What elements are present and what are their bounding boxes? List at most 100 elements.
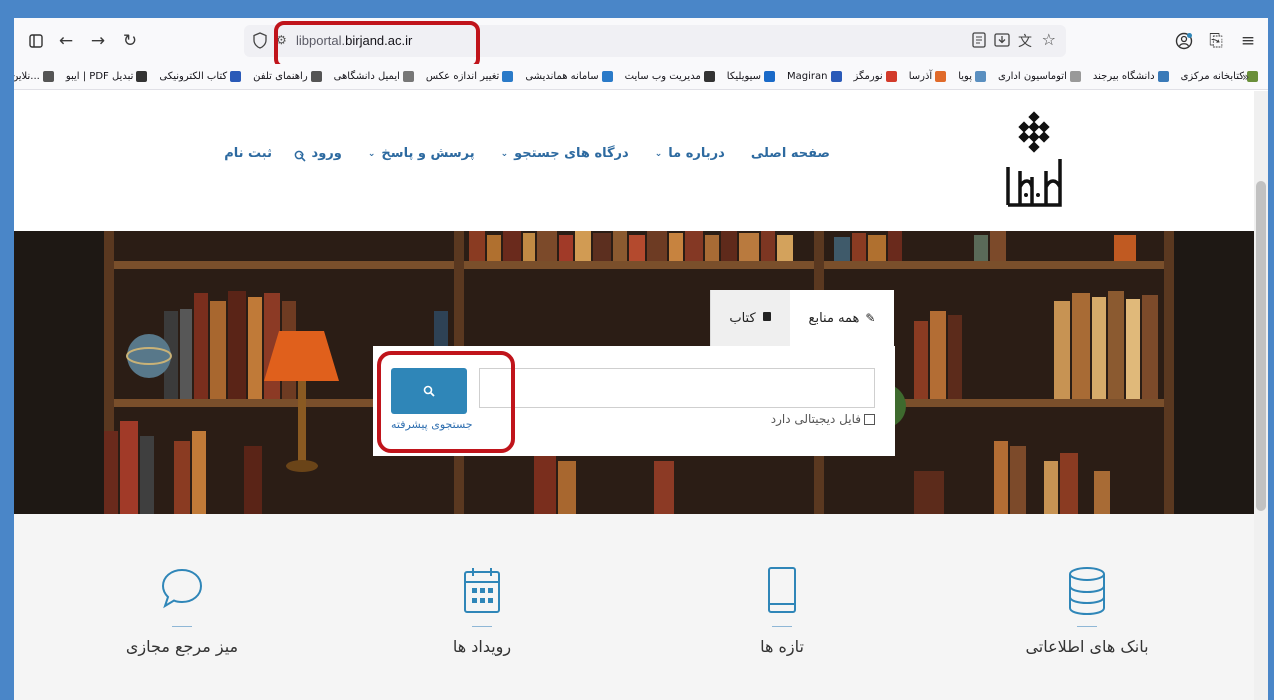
bookmark-item[interactable]: دانشگاه بیرجند bbox=[1093, 71, 1169, 82]
features-section: بانک های اطلاعاتی تازه ها رویداد ها میز … bbox=[14, 514, 1254, 700]
chevron-down-icon: ⌄ bbox=[500, 148, 509, 159]
bookmark-label: سیویلیکا bbox=[726, 71, 762, 82]
bookmark-label: آذرسا bbox=[908, 71, 933, 82]
bookmark-favicon-icon bbox=[601, 71, 613, 82]
calendar-icon bbox=[464, 568, 500, 613]
forward-icon[interactable]: → bbox=[86, 29, 110, 53]
save-page-icon[interactable] bbox=[994, 32, 1010, 52]
bookmark-label: اتوماسیون اداری bbox=[997, 71, 1067, 82]
bookmark-item[interactable]: راهنمای تلفن bbox=[253, 71, 322, 82]
site-search-icon[interactable] bbox=[294, 147, 306, 166]
feature-new-arrivals-label: تازه ها bbox=[760, 637, 804, 656]
bookmark-item[interactable]: ایمیل دانشگاهی bbox=[334, 71, 414, 82]
menu-icon[interactable]: ≡ bbox=[1236, 29, 1260, 53]
chat-bubble-icon bbox=[161, 568, 203, 609]
main-nav: صفحه اصلی درباره ما ⌄ درگاه های جستجو ⌄ پرسش … bbox=[224, 146, 830, 161]
book-icon bbox=[768, 567, 796, 613]
page-scrollbar[interactable] bbox=[1254, 91, 1268, 700]
bookmark-label: پویا bbox=[958, 71, 972, 82]
bookmark-favicon-icon bbox=[703, 71, 715, 82]
account-icon[interactable] bbox=[1172, 29, 1196, 53]
bookmark-item[interactable]: آذرسا bbox=[909, 71, 947, 82]
bookmark-item[interactable]: تغییر اندازه عکس bbox=[425, 71, 514, 82]
digital-file-filter[interactable]: فایل دیجیتالی دارد bbox=[771, 412, 875, 426]
chevron-down-icon: ⌄ bbox=[654, 148, 663, 159]
url-highlight-annotation bbox=[274, 21, 480, 69]
bookmark-item[interactable]: اتوماسیون اداری bbox=[998, 71, 1081, 82]
bookmark-item[interactable]: ...نلاین رایگان bbox=[14, 71, 54, 82]
bookmark-label: سامانه هماندیشی bbox=[525, 71, 599, 82]
bookmark-label: تغییر اندازه عکس bbox=[425, 71, 500, 82]
bookmark-label: ...نلاین رایگان bbox=[14, 71, 40, 82]
back-icon[interactable]: ← bbox=[54, 29, 78, 53]
nav-item[interactable]: پرسش و پاسخ ⌄ bbox=[368, 146, 475, 161]
bookmark-favicon-icon bbox=[885, 71, 897, 82]
browser-toolbar: ← → ↻ ⚙ libportal.birjand.ac.ir 文 ☆ ⎘ ≡ bbox=[14, 18, 1268, 64]
bookmark-favicon-icon bbox=[1157, 71, 1169, 82]
bookmarks-bar: کتابخانه مرکزی دانشگاه بیرجند اتوماسیون اد… bbox=[14, 64, 1268, 90]
bookmark-item[interactable]: Magiran bbox=[787, 71, 842, 82]
scrollbar-thumb[interactable] bbox=[1256, 181, 1266, 511]
reload-icon[interactable]: ↻ bbox=[118, 29, 142, 53]
bookmark-favicon-icon bbox=[830, 71, 842, 82]
tracking-shield-icon[interactable] bbox=[252, 32, 268, 53]
search-tabs: ✎ همه منابع کتاب bbox=[710, 290, 894, 346]
bookmark-label: کتابخانه مرکزی bbox=[1180, 71, 1244, 82]
bookmark-label: ایمیل دانشگاهی bbox=[333, 71, 400, 82]
bookmark-favicon-icon bbox=[935, 71, 947, 82]
bookmark-favicon-icon bbox=[136, 71, 148, 82]
nav-item[interactable]: صفحه اصلی bbox=[751, 146, 830, 161]
feature-virtual-reference[interactable]: میز مرجع مجازی bbox=[82, 566, 282, 656]
more-bookmarks-icon[interactable]: » bbox=[1242, 70, 1249, 84]
bookmark-item[interactable]: سامانه هماندیشی bbox=[525, 71, 613, 82]
reader-view-icon[interactable] bbox=[972, 32, 986, 52]
nav-item[interactable]: درگاه های جستجو ⌄ bbox=[501, 146, 629, 161]
extensions-icon[interactable]: ⎘ bbox=[1204, 29, 1228, 53]
digital-file-checkbox[interactable] bbox=[864, 413, 875, 425]
tab-all-resources-label: همه منابع bbox=[808, 310, 860, 326]
book-tab-icon bbox=[762, 311, 772, 326]
browser-window: ← → ↻ ⚙ libportal.birjand.ac.ir 文 ☆ ⎘ ≡ … bbox=[14, 18, 1268, 700]
nav-item[interactable]: درباره ما ⌄ bbox=[655, 146, 725, 161]
bookmark-label: مدیریت وب سایت bbox=[624, 71, 701, 82]
bookmark-item[interactable]: پویا bbox=[958, 71, 986, 82]
bookmark-label: Magiran bbox=[787, 71, 828, 82]
bookmark-label: راهنمای تلفن bbox=[253, 71, 308, 82]
nav-item-label: ورود bbox=[311, 146, 342, 161]
nav-item-label: ثبت نام bbox=[224, 146, 272, 161]
bookmark-favicon-icon bbox=[310, 71, 322, 82]
bookmark-favicon-icon bbox=[402, 71, 414, 82]
university-logo[interactable] bbox=[1002, 109, 1066, 209]
feature-new-arrivals[interactable]: تازه ها bbox=[682, 566, 882, 656]
bookmark-item[interactable]: تبدیل PDF | ایبو bbox=[66, 71, 148, 82]
bookmark-favicon-icon bbox=[502, 71, 514, 82]
bookmark-item[interactable]: کتاب الکترونیکی bbox=[159, 71, 242, 82]
bookmark-favicon-icon bbox=[974, 71, 986, 82]
bookmark-label: تبدیل PDF | ایبو bbox=[65, 71, 134, 82]
database-icon bbox=[1069, 567, 1105, 615]
bookmark-item[interactable]: سیویلیکا bbox=[726, 71, 776, 82]
hero-banner: ✎ همه منابع کتاب جستجوی پیشرفته فایل دیج… bbox=[14, 231, 1254, 514]
feature-databases-label: بانک های اطلاعاتی bbox=[1025, 637, 1149, 656]
bookmark-favicon-icon bbox=[764, 71, 776, 82]
translate-icon[interactable]: 文 bbox=[1018, 31, 1032, 51]
sidebar-toggle-icon[interactable] bbox=[24, 29, 48, 53]
search-input[interactable] bbox=[479, 368, 875, 408]
bookmark-star-icon[interactable]: ☆ bbox=[1042, 30, 1056, 49]
nav-item-label: درباره ما bbox=[668, 146, 725, 161]
tab-books-label: کتاب bbox=[729, 310, 756, 326]
bookmark-item[interactable]: نورمگز bbox=[854, 71, 897, 82]
bookmark-favicon-icon bbox=[230, 71, 242, 82]
nav-item[interactable]: ثبت نام bbox=[224, 146, 272, 161]
feature-databases[interactable]: بانک های اطلاعاتی bbox=[987, 566, 1187, 656]
tab-all-resources[interactable]: ✎ همه منابع bbox=[790, 290, 894, 346]
feature-events-label: رویداد ها bbox=[452, 637, 512, 656]
nav-item-label: صفحه اصلی bbox=[750, 146, 830, 161]
bookmark-label: کتاب الکترونیکی bbox=[159, 71, 228, 82]
feature-virtual-reference-label: میز مرجع مجازی bbox=[125, 637, 239, 656]
bookmark-item[interactable]: مدیریت وب سایت bbox=[625, 71, 715, 82]
feature-events[interactable]: رویداد ها bbox=[382, 566, 582, 656]
digital-file-label: فایل دیجیتالی دارد bbox=[770, 412, 861, 426]
site-header: صفحه اصلی درباره ما ⌄ درگاه های جستجو ⌄ پرسش … bbox=[14, 91, 1254, 231]
tab-books[interactable]: کتاب bbox=[710, 290, 790, 346]
